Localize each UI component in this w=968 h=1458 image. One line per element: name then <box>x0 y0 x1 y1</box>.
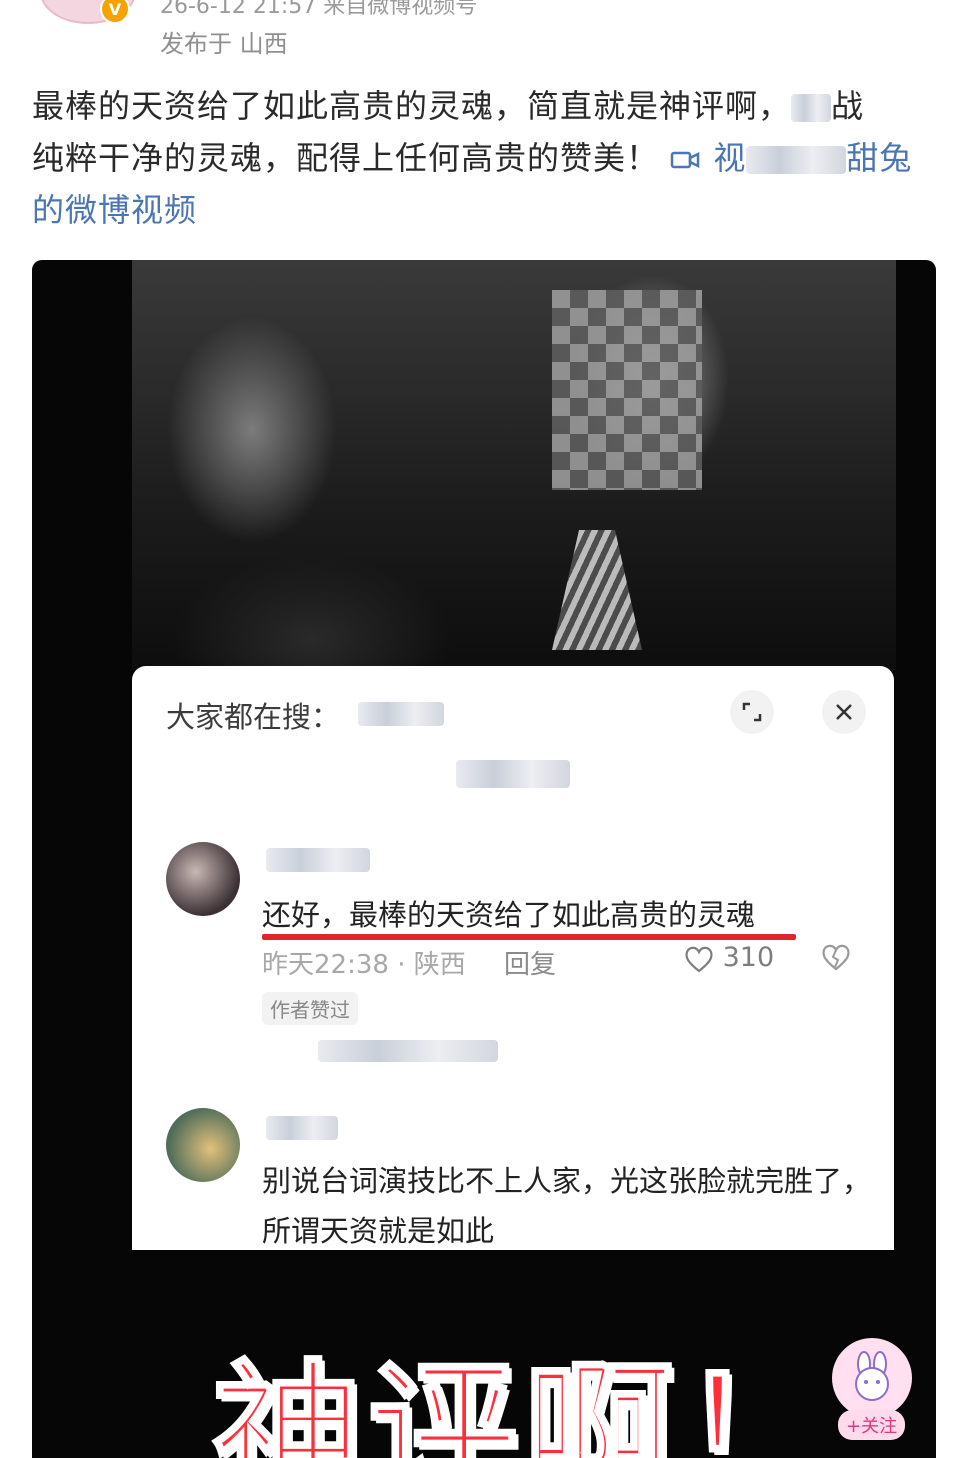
video-link-line3: 的微博视频 <box>32 191 198 229</box>
blurred-heading <box>456 760 570 788</box>
heart-icon <box>684 942 723 973</box>
author-liked-badge: 作者赞过 <box>262 992 358 1025</box>
video-link-suffix: 甜兔 <box>846 139 913 177</box>
blurred-reply-preview <box>318 1040 498 1062</box>
expand-icon[interactable] <box>730 690 774 734</box>
blurred-username <box>746 146 847 174</box>
video-player[interactable]: 大家都在搜： 还好，最棒的天资给了如此高贵的灵魂 昨天22:38 · 陕西 回复 <box>32 260 936 1458</box>
blurred-commenter-name <box>266 1116 338 1140</box>
post-meta: 26-6-12 21:57 来自微博视频号 <box>160 0 478 19</box>
comment-text: 还好，最棒的天资给了如此高贵的灵魂 <box>262 898 756 932</box>
post-location: 发布于 山西 <box>160 30 288 58</box>
blurred-name <box>791 94 832 122</box>
comment-meta: 昨天22:38 · 陕西 <box>262 950 466 980</box>
bunny-mascot-icon[interactable] <box>832 1338 912 1418</box>
broken-heart-icon[interactable] <box>820 942 852 979</box>
like-count: 310 <box>722 942 775 973</box>
comment-panel: 大家都在搜： 还好，最棒的天资给了如此高贵的灵魂 昨天22:38 · 陕西 回复 <box>132 666 894 1250</box>
post-text-line2: 纯粹干净的灵魂，配得上任何高贵的赞美！ <box>32 139 660 177</box>
blurred-search-term <box>358 702 444 726</box>
post-text: 最棒的天资给了如此高贵的灵魂，简直就是神评啊， 战 纯粹干净的灵魂，配得上任何高贵… <box>32 80 938 236</box>
verified-badge-icon: V <box>100 0 130 24</box>
trending-search-label: 大家都在搜： <box>166 700 341 734</box>
post-text-line1-tail: 战 <box>831 87 865 125</box>
blurred-commenter-name <box>266 848 370 872</box>
red-underline <box>262 934 796 940</box>
video-overlay-title: 神评啊！ <box>210 1344 837 1458</box>
post-text-line1: 最棒的天资给了如此高贵的灵魂，简直就是神评啊， <box>32 87 792 125</box>
reply-button[interactable]: 回复 <box>504 944 556 981</box>
like-button[interactable]: 310 <box>684 942 774 973</box>
commenter-avatar[interactable] <box>166 1108 240 1182</box>
video-link-prefix: 视 <box>713 139 747 177</box>
close-icon[interactable] <box>822 690 866 734</box>
mosaic-censor <box>552 290 702 490</box>
comment-text: 别说台词演技比不上人家，光这张脸就完胜了，所谓天资就是如此 <box>262 1164 872 1248</box>
video-camera-icon <box>670 139 713 177</box>
follow-button[interactable]: +关注 <box>838 1410 906 1440</box>
video-frame <box>132 260 896 670</box>
commenter-avatar[interactable] <box>166 842 240 916</box>
